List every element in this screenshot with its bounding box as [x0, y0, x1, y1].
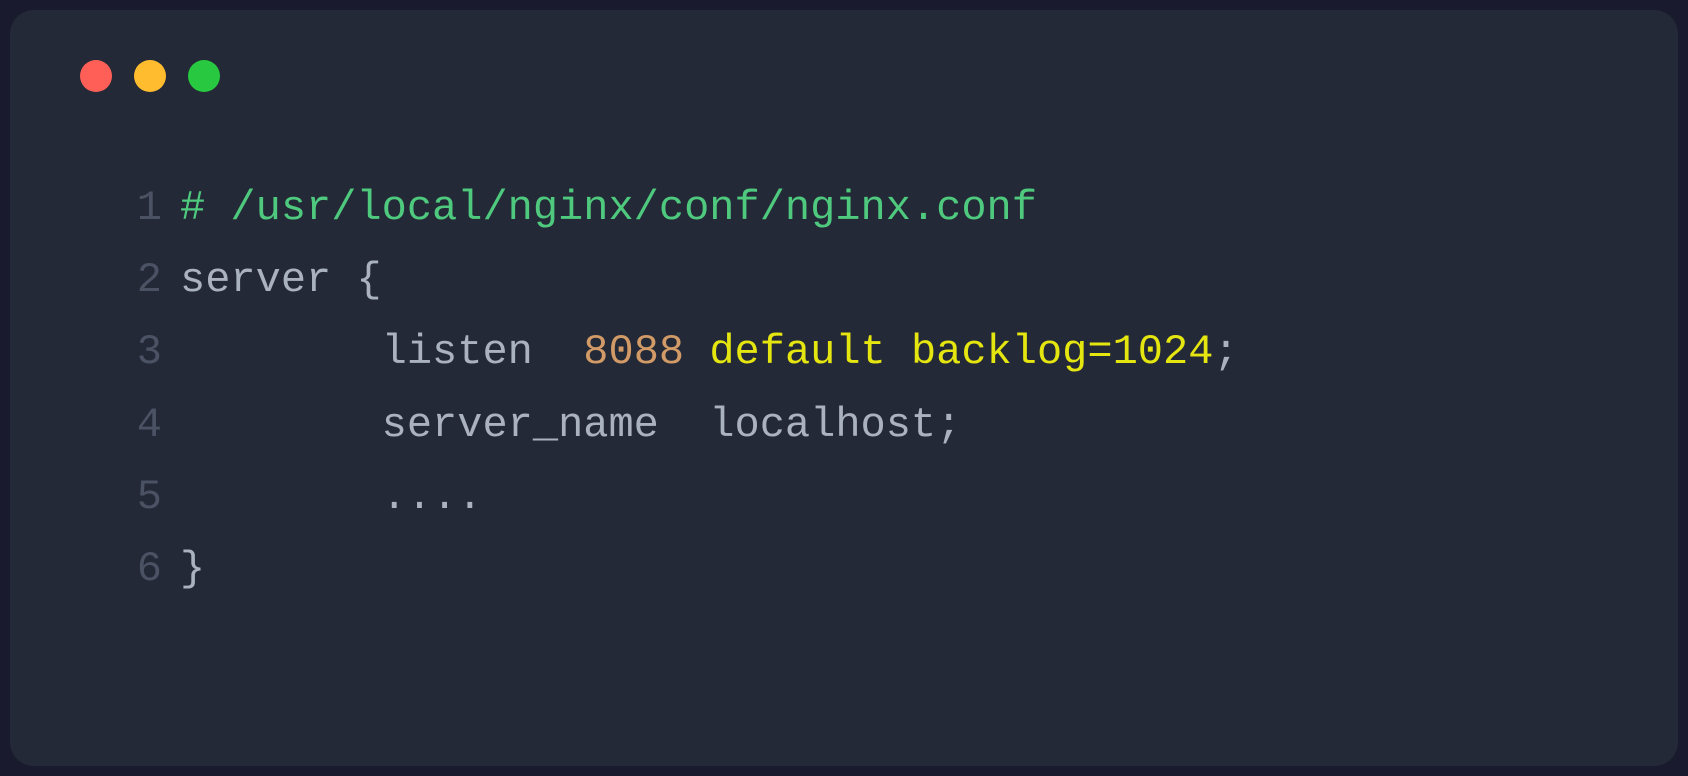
- titlebar: [70, 60, 1618, 92]
- text-token: }: [180, 545, 205, 593]
- text-token: server_name localhost;: [382, 401, 962, 449]
- keyword-token: default backlog=1024: [709, 328, 1213, 376]
- code-window: 1 # /usr/local/nginx/conf/nginx.conf 2 s…: [10, 10, 1678, 766]
- maximize-icon[interactable]: [188, 60, 220, 92]
- code-content: listen 8088 default backlog=1024;: [162, 316, 1239, 388]
- indent-token: [180, 401, 382, 449]
- line-number: 1: [110, 172, 162, 244]
- code-line: 6 }: [110, 533, 1618, 605]
- close-icon[interactable]: [80, 60, 112, 92]
- line-number: 5: [110, 461, 162, 533]
- punctuation-token: ;: [1213, 328, 1238, 376]
- text-token: ....: [382, 473, 483, 521]
- space-token: [684, 328, 709, 376]
- code-line: 2 server {: [110, 244, 1618, 316]
- code-line: 4 server_name localhost;: [110, 389, 1618, 461]
- indent-token: [180, 328, 382, 376]
- minimize-icon[interactable]: [134, 60, 166, 92]
- line-number: 3: [110, 316, 162, 388]
- line-number: 6: [110, 533, 162, 605]
- code-line: 3 listen 8088 default backlog=1024;: [110, 316, 1618, 388]
- number-token: 8088: [583, 328, 684, 376]
- text-token: server {: [180, 256, 382, 304]
- code-content: ....: [162, 461, 482, 533]
- indent-token: [180, 473, 382, 521]
- directive-token: listen: [382, 328, 584, 376]
- code-line: 1 # /usr/local/nginx/conf/nginx.conf: [110, 172, 1618, 244]
- code-content: # /usr/local/nginx/conf/nginx.conf: [162, 172, 1037, 244]
- code-content: server {: [162, 244, 382, 316]
- code-line: 5 ....: [110, 461, 1618, 533]
- line-number: 4: [110, 389, 162, 461]
- code-content: server_name localhost;: [162, 389, 961, 461]
- code-content: }: [162, 533, 205, 605]
- code-editor[interactable]: 1 # /usr/local/nginx/conf/nginx.conf 2 s…: [70, 172, 1618, 605]
- line-number: 2: [110, 244, 162, 316]
- comment-token: # /usr/local/nginx/conf/nginx.conf: [180, 184, 1037, 232]
